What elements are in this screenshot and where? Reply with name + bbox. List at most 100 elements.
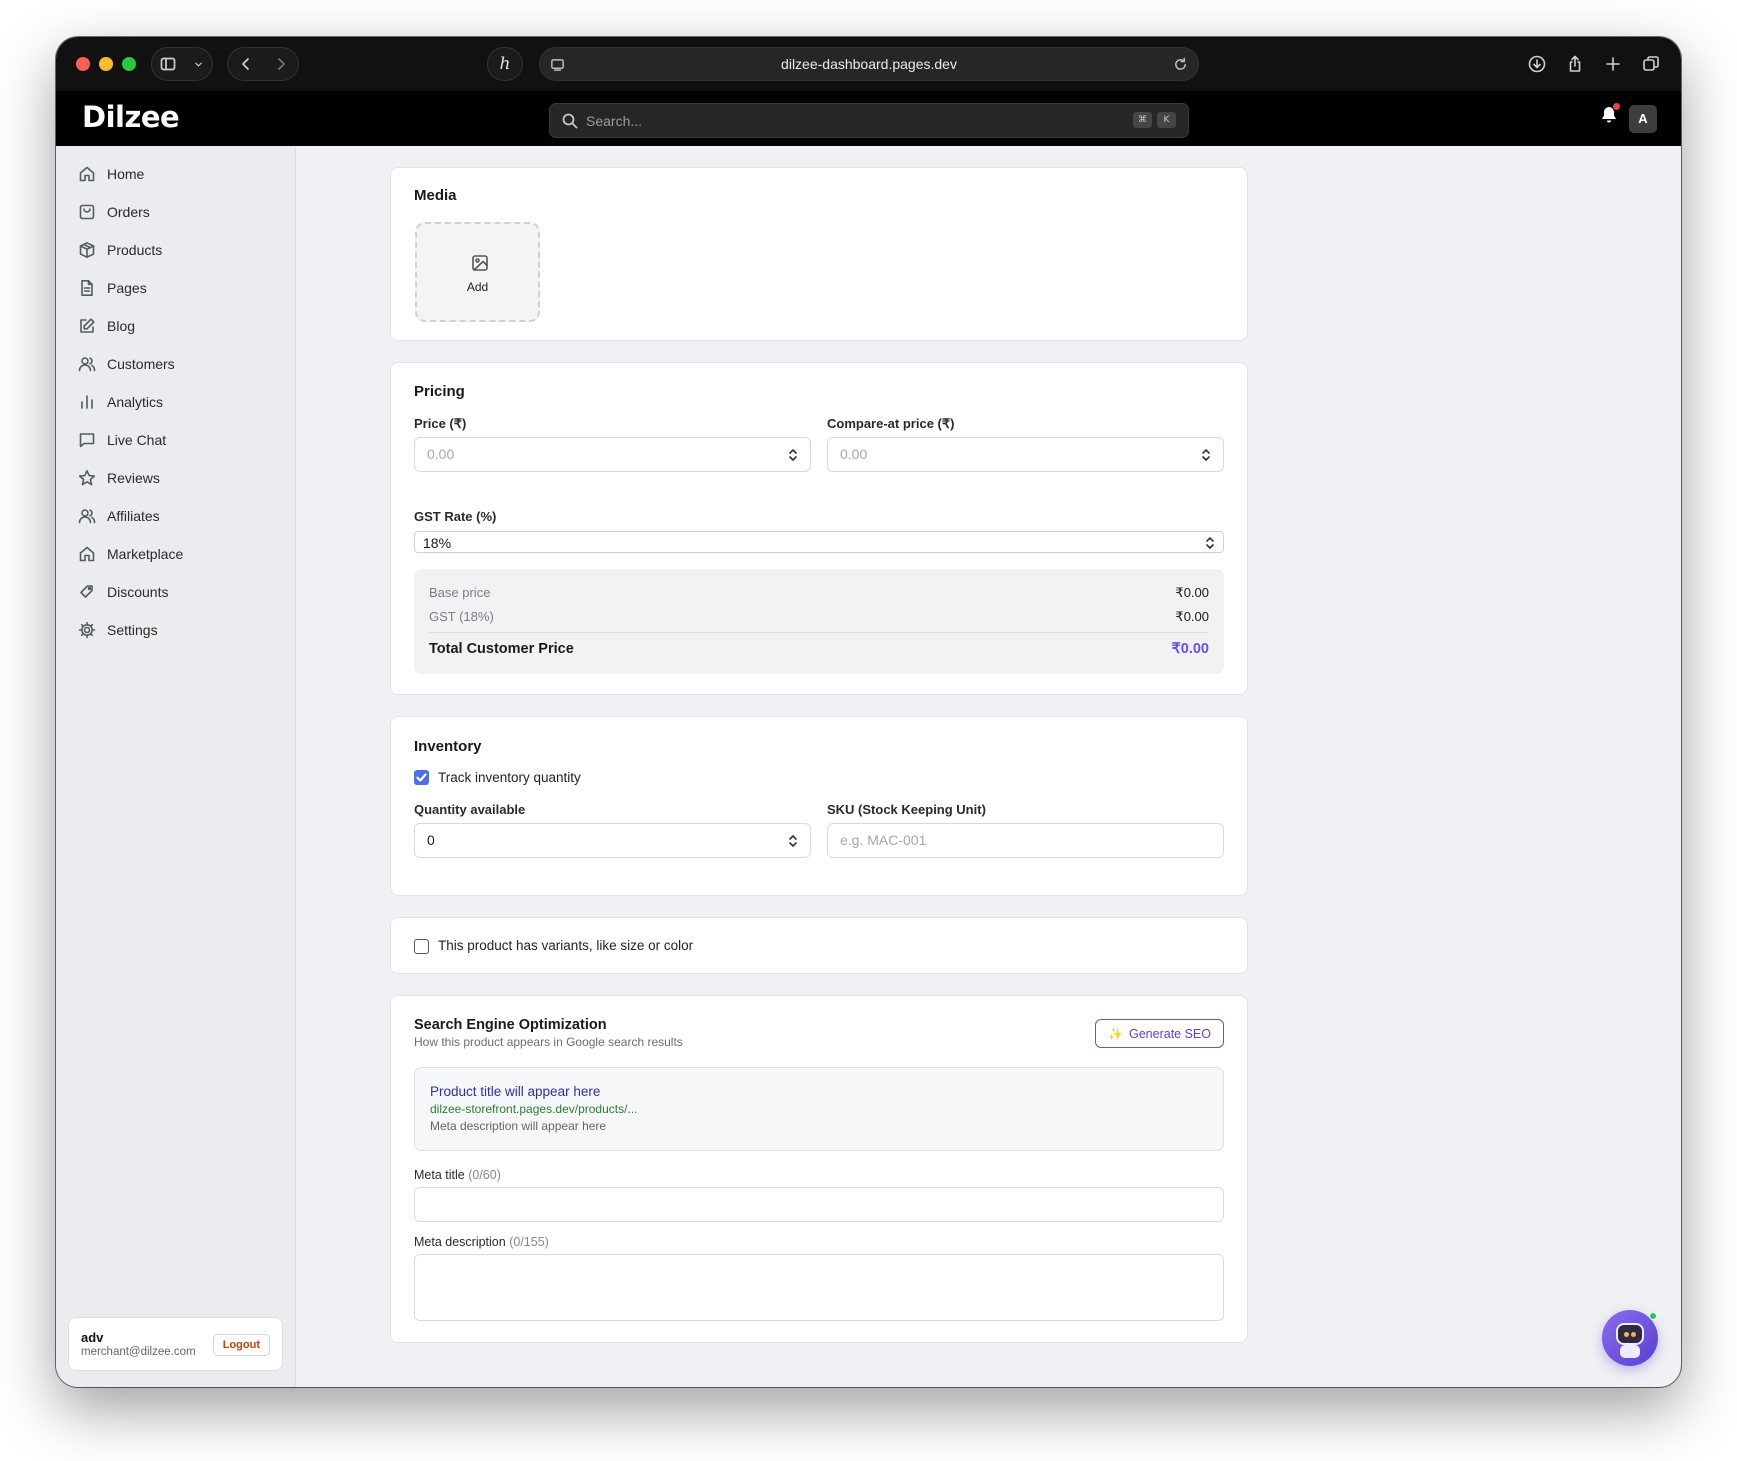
quantity-stepper[interactable] [788, 834, 798, 848]
sidebar-item-label: Marketplace [107, 546, 184, 562]
sidebar-item-label: Orders [107, 204, 150, 220]
chat-assistant-button[interactable] [1602, 1310, 1658, 1366]
meta-title-counter: (0/60) [468, 1168, 501, 1182]
user-avatar[interactable]: A [1629, 105, 1657, 133]
sidebar-item-live-chat[interactable]: Live Chat [78, 426, 166, 454]
sidebar-item-settings[interactable]: Settings [78, 616, 158, 644]
sparkle-icon: ✨ [1108, 1026, 1123, 1041]
price-stepper[interactable] [788, 448, 798, 462]
sidebar-icon [160, 57, 176, 71]
inventory-title: Inventory [414, 738, 482, 755]
sku-input[interactable] [840, 832, 1156, 848]
sku-field[interactable] [827, 823, 1224, 858]
star-icon [78, 469, 96, 486]
compare-price-input[interactable] [840, 446, 1156, 462]
close-window-button[interactable] [76, 57, 90, 71]
shopping-bag-icon [79, 204, 95, 220]
chevron-down-icon [194, 62, 202, 66]
meta-title-field[interactable] [414, 1187, 1224, 1222]
download-icon [1528, 55, 1546, 73]
robot-eye-right [1631, 1332, 1636, 1337]
zoom-window-button[interactable] [122, 57, 136, 71]
search-input[interactable] [586, 110, 1086, 132]
document-icon [81, 279, 93, 296]
compare-price-label: Compare-at price (₹) [827, 416, 955, 431]
reload-icon[interactable] [1173, 57, 1188, 72]
user-email: merchant@dilzee.com [81, 1346, 196, 1358]
shortcut-key-k: K [1157, 112, 1176, 128]
sidebar-item-analytics[interactable]: Analytics [78, 388, 163, 416]
store-icon [79, 546, 95, 562]
search-preview: Product title will appear here dilzee-st… [414, 1067, 1224, 1151]
sidebar-item-label: Analytics [107, 394, 164, 410]
total-price-row: Total Customer Price ₹0.00 [429, 641, 1209, 657]
sidebar-item-customers[interactable]: Customers [78, 350, 175, 378]
sidebar-item-label: Settings [107, 622, 158, 638]
address-bar[interactable]: dilzee-dashboard.pages.dev [539, 47, 1199, 81]
new-tab-button[interactable] [1597, 47, 1629, 81]
extension-button[interactable]: h [487, 47, 523, 81]
variants-checkbox[interactable] [414, 939, 429, 954]
variants-label: This product has variants, like size or … [438, 938, 694, 953]
gst-row: GST (18%) ₹0.00 [429, 609, 1209, 624]
meta-title-input[interactable] [427, 1196, 1074, 1212]
back-arrow-icon[interactable] [238, 56, 254, 72]
compare-price-stepper[interactable] [1201, 448, 1211, 462]
track-inventory-label: Track inventory quantity [438, 770, 581, 785]
tabs-icon [1643, 56, 1659, 71]
gst-rate-select[interactable]: 18% [414, 531, 1224, 553]
stepper-arrows-icon [789, 835, 797, 847]
home-icon [79, 166, 95, 182]
sidebar-item-products[interactable]: Products [78, 236, 162, 264]
meta-description-textarea[interactable] [414, 1254, 1224, 1321]
quantity-field[interactable] [414, 823, 811, 858]
price-input[interactable] [427, 446, 743, 462]
total-price-label: Total Customer Price [429, 641, 574, 657]
dilzee-logo[interactable]: Dilzee [82, 100, 180, 134]
media-card: Media Add [390, 167, 1248, 341]
sidebar-item-affiliates[interactable]: Affiliates [78, 502, 160, 530]
share-button[interactable] [1559, 47, 1591, 81]
media-title: Media [414, 187, 457, 204]
sidebar-item-discounts[interactable]: Discounts [78, 578, 168, 606]
compare-price-field[interactable] [827, 437, 1224, 472]
gear-icon [78, 621, 96, 639]
checkmark-icon [416, 773, 427, 782]
sidebar-item-home[interactable]: Home [78, 160, 144, 188]
notification-dot [1613, 103, 1620, 110]
sidebar-item-label: Affiliates [107, 508, 160, 524]
track-inventory-checkbox[interactable] [414, 770, 429, 785]
minimize-window-button[interactable] [99, 57, 113, 71]
sidebar-toggle-button[interactable] [151, 47, 213, 81]
price-field[interactable] [414, 437, 811, 472]
meta-title-label-text: Meta title [414, 1168, 465, 1182]
add-media-button[interactable]: Add [415, 222, 540, 322]
sidebar-item-reviews[interactable]: Reviews [78, 464, 160, 492]
app-header: Dilzee ⌘ K A [56, 91, 1681, 146]
forward-arrow-icon[interactable] [273, 56, 289, 72]
global-search[interactable]: ⌘ K [549, 103, 1189, 138]
stepper-arrows-icon [789, 449, 797, 461]
pricing-title: Pricing [414, 383, 465, 400]
variants-card: This product has variants, like size or … [390, 917, 1248, 974]
sku-label: SKU (Stock Keeping Unit) [827, 802, 986, 817]
quantity-input[interactable] [427, 832, 743, 848]
select-arrows-icon [1206, 537, 1214, 549]
notifications-button[interactable] [1599, 103, 1620, 130]
robot-eye-left [1624, 1332, 1629, 1337]
meta-title-label: Meta title (0/60) [414, 1168, 501, 1182]
sidebar-item-marketplace[interactable]: Marketplace [78, 540, 183, 568]
sidebar-item-blog[interactable]: Blog [78, 312, 135, 340]
history-nav [227, 47, 299, 81]
sidebar: Home Orders Products Pages Blog Customer… [56, 146, 296, 1387]
sidebar-item-orders[interactable]: Orders [78, 198, 150, 226]
stepper-arrows-icon [1202, 449, 1210, 461]
sidebar-item-pages[interactable]: Pages [78, 274, 147, 302]
downloads-button[interactable] [1521, 47, 1553, 81]
user-card: adv merchant@dilzee.com Logout [68, 1317, 283, 1371]
tab-overview-button[interactable] [1635, 47, 1667, 81]
logout-button[interactable]: Logout [212, 1334, 270, 1356]
gst-row-value: ₹0.00 [1175, 609, 1209, 624]
price-breakdown: Base price ₹0.00 GST (18%) ₹0.00 Total C… [414, 569, 1224, 674]
generate-seo-button[interactable]: ✨ Generate SEO [1095, 1019, 1224, 1048]
